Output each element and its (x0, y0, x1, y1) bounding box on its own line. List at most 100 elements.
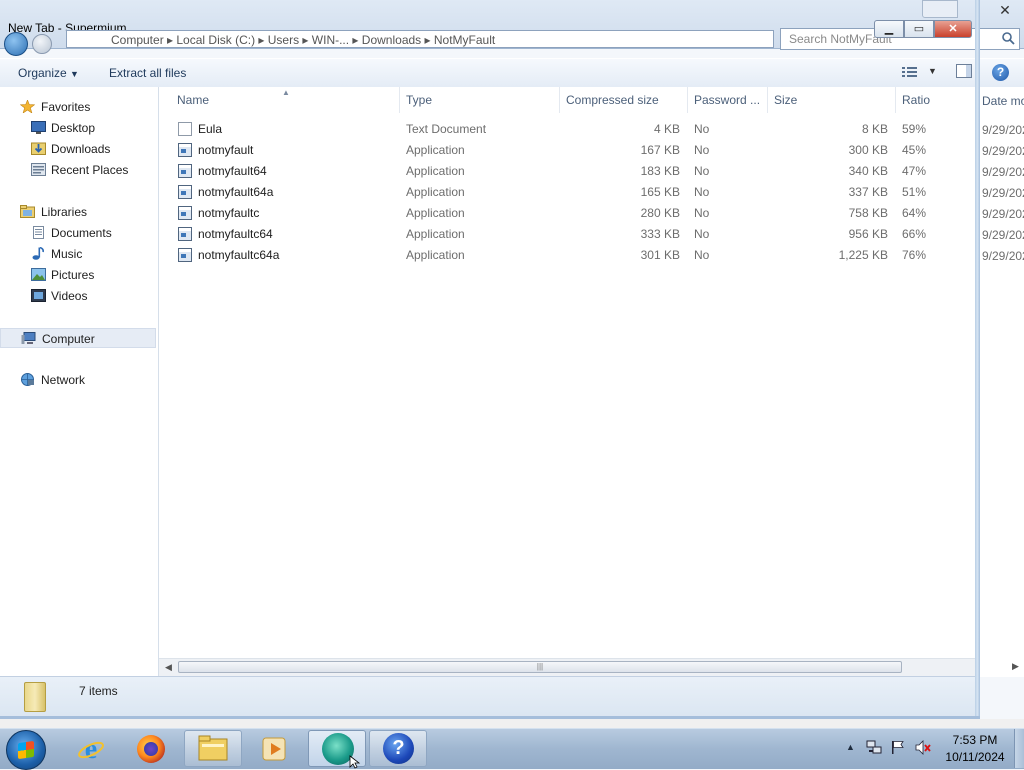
file-type: Application (406, 164, 465, 178)
file-row[interactable]: notmyfaultc Application 280 KB No 758 KB… (159, 203, 975, 224)
internet-explorer-icon[interactable]: e (77, 735, 105, 763)
nav-network-label: Network (41, 373, 86, 387)
file-name: notmyfault64a (198, 185, 274, 199)
file-password: No (694, 206, 710, 220)
maximize-button[interactable]: ▭ (904, 20, 934, 38)
media-player-icon[interactable] (260, 735, 288, 763)
file-date: 9/29/202 (982, 123, 1024, 137)
file-ratio: 64% (902, 206, 927, 220)
item-count: 7 items (79, 684, 118, 698)
file-name: Eula (198, 122, 223, 136)
scroll-right-icon[interactable]: ▶ (1012, 661, 1019, 672)
start-button[interactable] (6, 730, 46, 770)
file-password: No (694, 164, 710, 178)
file-type: Application (406, 143, 465, 157)
file-size: 340 KB (848, 164, 888, 178)
clock-date[interactable]: 10/11/2024 (940, 750, 1010, 764)
views-dropdown-icon[interactable]: ▼ (928, 66, 937, 76)
nav-favorites[interactable]: Favorites (0, 97, 156, 117)
file-password: No (694, 143, 710, 157)
file-compressed-size: 333 KB (640, 227, 680, 241)
file-ratio: 51% (902, 185, 927, 199)
file-password: No (694, 248, 710, 262)
file-password: No (694, 227, 710, 241)
file-row[interactable]: notmyfault Application 167 KB No 300 KB … (159, 140, 975, 161)
file-list: Eula Text Document 4 KB No 8 KB 59% notm… (159, 113, 975, 658)
minimize-button[interactable]: ▁ (874, 20, 904, 38)
nav-favorites-label: Favorites (41, 100, 91, 114)
file-size: 758 KB (848, 206, 888, 220)
application-icon (178, 143, 192, 157)
downloads-icon (31, 142, 46, 155)
file-compressed-size: 183 KB (640, 164, 680, 178)
column-compressed-size[interactable]: Compressed size (560, 87, 688, 113)
file-row[interactable]: Eula Text Document 4 KB No 8 KB 59% (159, 119, 975, 140)
help-icon[interactable]: ? (992, 64, 1009, 81)
navigation-pane: Favorites Desktop Downloads Recent Place… (0, 87, 159, 677)
svg-text:e: e (85, 735, 97, 763)
file-row[interactable]: notmyfault64 Application 183 KB No 340 K… (159, 161, 975, 182)
column-date-modified: Date mo (982, 94, 1024, 108)
browser-restore-button[interactable] (922, 0, 958, 18)
nav-computer[interactable]: Computer (0, 328, 156, 348)
column-type[interactable]: Type (400, 87, 560, 113)
firefox-icon[interactable] (137, 735, 165, 763)
show-hidden-icons-icon[interactable]: ▲ (846, 742, 855, 752)
file-date: 9/29/202 (982, 186, 1024, 200)
show-desktop-button[interactable] (1014, 729, 1024, 768)
column-size[interactable]: Size (768, 87, 896, 113)
organize-button[interactable]: Organize ▼ (18, 66, 79, 80)
chevron-down-icon: ▼ (70, 69, 79, 79)
file-size: 300 KB (848, 143, 888, 157)
nav-libraries[interactable]: Libraries (0, 202, 156, 222)
nav-pictures-label: Pictures (51, 268, 95, 282)
nav-recent-places[interactable]: Recent Places (0, 160, 156, 180)
application-icon (178, 248, 192, 262)
clock-time[interactable]: 7:53 PM (940, 733, 1010, 747)
column-ratio[interactable]: Ratio (896, 87, 975, 113)
browser-close-button[interactable]: ✕ (990, 2, 1020, 18)
file-date: 9/29/202 (982, 165, 1024, 179)
nav-downloads[interactable]: Downloads (0, 139, 156, 159)
file-row[interactable]: notmyfaultc64 Application 333 KB No 956 … (159, 224, 975, 245)
organize-label: Organize (18, 66, 67, 80)
scrollbar-thumb[interactable]: ||| (178, 661, 902, 673)
file-row[interactable]: notmyfaultc64a Application 301 KB No 1,2… (159, 245, 975, 266)
preview-pane-icon[interactable] (956, 64, 972, 78)
file-compressed-size: 280 KB (640, 206, 680, 220)
file-size: 1,225 KB (838, 248, 888, 262)
application-icon (178, 185, 192, 199)
address-bar[interactable]: Computer ▸ Local Disk (C:) ▸ Users ▸ WIN… (66, 30, 774, 48)
nav-videos[interactable]: Videos (0, 286, 156, 306)
change-view-icon[interactable] (902, 66, 918, 78)
horizontal-scrollbar[interactable]: ◀ ||| (159, 658, 975, 676)
nav-desktop[interactable]: Desktop (0, 118, 156, 138)
help-and-support-icon: ? (383, 733, 414, 764)
nav-pictures[interactable]: Pictures (0, 265, 156, 285)
network-tray-icon[interactable] (866, 740, 882, 755)
background-window-date-column: Date mo 9/29/202 9/29/202 9/29/202 9/29/… (979, 87, 1024, 677)
file-name: notmyfaultc64a (198, 248, 280, 262)
file-name: notmyfaultc (198, 206, 260, 220)
nav-documents[interactable]: Documents (0, 223, 156, 243)
forward-button[interactable] (32, 34, 52, 54)
file-date: 9/29/202 (982, 228, 1024, 242)
back-button[interactable] (4, 32, 28, 56)
desktop-strip (0, 719, 1024, 728)
status-bar (0, 676, 975, 717)
close-button[interactable]: ✕ (934, 20, 972, 38)
nav-computer-label: Computer (42, 332, 95, 346)
nav-network[interactable]: Network (0, 370, 156, 390)
window-border-right[interactable] (975, 0, 980, 718)
column-password[interactable]: Password ... (688, 87, 768, 113)
file-row[interactable]: notmyfault64a Application 165 KB No 337 … (159, 182, 975, 203)
volume-muted-icon[interactable] (915, 740, 933, 755)
nav-music[interactable]: Music (0, 244, 156, 264)
file-ratio: 66% (902, 227, 927, 241)
action-center-flag-icon[interactable] (891, 740, 905, 755)
scroll-left-icon[interactable]: ◀ (165, 662, 172, 673)
file-compressed-size: 301 KB (640, 248, 680, 262)
extract-all-files-button[interactable]: Extract all files (109, 66, 186, 80)
file-type: Application (406, 227, 465, 241)
network-icon (21, 373, 34, 386)
